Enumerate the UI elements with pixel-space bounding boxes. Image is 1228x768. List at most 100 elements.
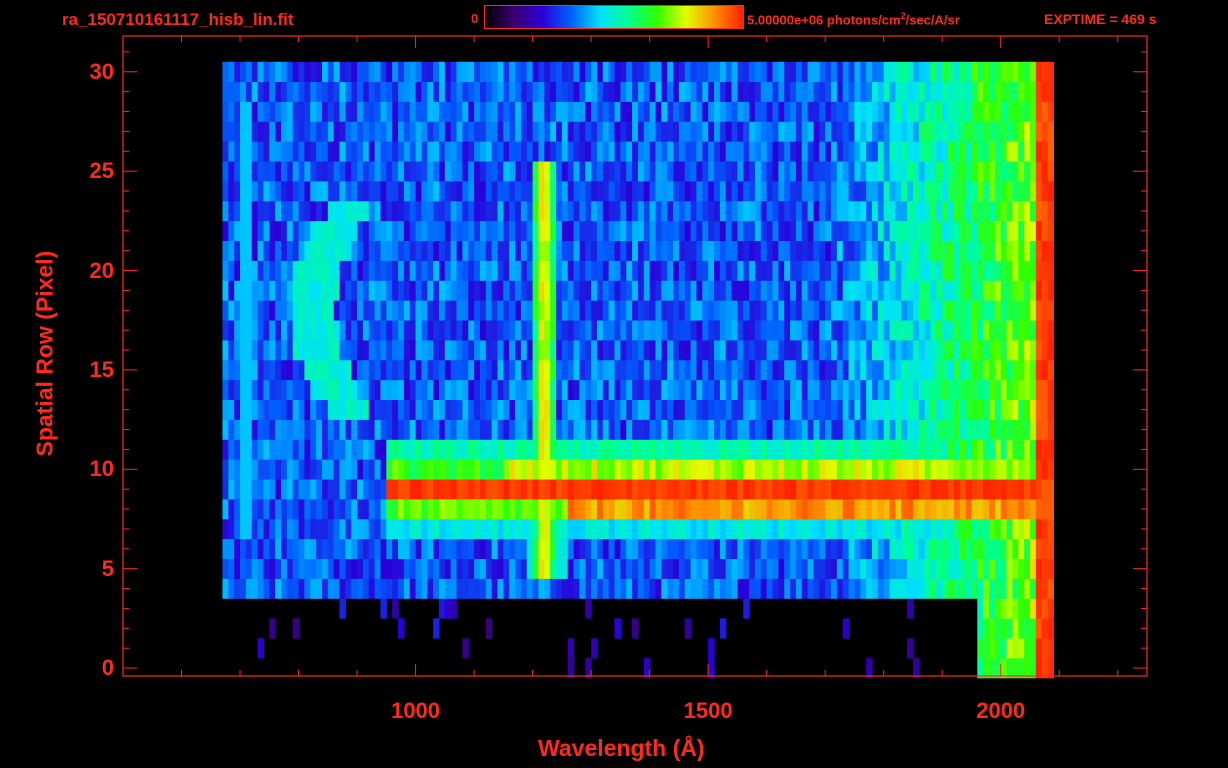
heatmap-cell xyxy=(959,459,967,480)
heatmap-cell xyxy=(842,578,850,599)
heatmap-cell xyxy=(526,379,534,401)
heatmap-cell xyxy=(637,359,645,381)
heatmap-cell xyxy=(468,220,475,242)
heatmap-cell xyxy=(544,479,551,500)
heatmap-cell xyxy=(438,340,446,361)
heatmap-cell xyxy=(1035,200,1043,222)
heatmap-cell xyxy=(251,181,259,202)
heatmap-cell xyxy=(497,459,504,480)
heatmap-cell xyxy=(772,479,779,500)
heatmap-cell xyxy=(977,61,984,83)
heatmap-cell xyxy=(737,61,744,83)
heatmap-cell xyxy=(754,459,762,480)
heatmap-cell xyxy=(392,101,399,122)
heatmap-cell xyxy=(719,300,727,321)
heatmap-cell xyxy=(538,81,545,102)
heatmap-cell xyxy=(965,399,973,420)
heatmap-cell xyxy=(1047,359,1054,381)
heatmap-cell xyxy=(690,141,698,162)
heatmap-cell xyxy=(1018,359,1025,381)
heatmap-cell xyxy=(725,181,733,202)
heatmap-cell xyxy=(362,359,370,381)
heatmap-cell xyxy=(1006,578,1014,599)
heatmap-cell xyxy=(696,81,703,102)
heatmap-cell xyxy=(959,300,967,321)
heatmap-cell xyxy=(831,260,838,281)
heatmap-cell xyxy=(520,538,528,560)
heatmap-cell xyxy=(813,280,820,301)
heatmap-cell xyxy=(924,141,932,162)
heatmap-cell xyxy=(462,240,469,261)
heatmap-cell xyxy=(567,61,575,83)
heatmap-cell xyxy=(667,419,674,440)
heatmap-cell xyxy=(509,121,516,142)
heatmap-cell xyxy=(550,300,557,321)
heatmap-cell xyxy=(444,300,452,321)
heatmap-cell xyxy=(444,81,452,102)
heatmap-cell xyxy=(1006,638,1014,659)
heatmap-cell xyxy=(263,359,270,381)
heatmap-cell xyxy=(1029,459,1037,480)
heatmap-cell xyxy=(989,220,996,242)
heatmap-cell xyxy=(591,479,598,500)
heatmap-cell xyxy=(725,340,733,361)
heatmap-cell xyxy=(749,240,756,261)
heatmap-cell xyxy=(632,181,639,202)
heatmap-cell xyxy=(860,479,867,500)
heatmap-cell xyxy=(561,81,569,102)
heatmap-cell xyxy=(263,518,270,540)
heatmap-cell xyxy=(310,340,317,361)
heatmap-cell xyxy=(403,81,411,102)
heatmap-cell xyxy=(731,518,738,540)
heatmap-cell xyxy=(280,518,288,540)
heatmap-cell xyxy=(667,578,674,599)
heatmap-cell xyxy=(357,101,364,122)
heatmap-cell xyxy=(696,121,703,142)
heatmap-cell xyxy=(971,419,978,440)
heatmap-cell xyxy=(1018,399,1025,420)
heatmap-cell xyxy=(263,320,270,341)
heatmap-cell xyxy=(509,419,516,440)
heatmap-cell xyxy=(415,280,423,301)
heatmap-cell xyxy=(515,340,522,361)
heatmap-cell xyxy=(275,479,282,500)
heatmap-cell xyxy=(637,101,645,122)
heatmap-cell xyxy=(749,61,756,83)
heatmap-cell xyxy=(368,439,376,460)
heatmap-cell xyxy=(918,518,926,540)
heatmap-cell xyxy=(690,260,698,281)
heatmap-cell xyxy=(591,340,598,361)
heatmap-cell xyxy=(825,439,832,460)
heatmap-cell xyxy=(795,518,803,540)
heatmap-cell xyxy=(1006,240,1014,261)
heatmap-cell xyxy=(556,200,563,222)
heatmap-cell xyxy=(345,260,352,281)
heatmap-cell xyxy=(357,240,364,261)
heatmap-cell xyxy=(942,499,949,520)
heatmap-cell xyxy=(392,200,399,222)
heatmap-cell xyxy=(901,518,908,540)
heatmap-cell xyxy=(1041,340,1049,361)
heatmap-cell xyxy=(907,638,914,659)
heatmap-cell xyxy=(596,61,604,83)
heatmap-cell xyxy=(234,220,241,242)
heatmap-cell xyxy=(298,320,305,341)
heatmap-cell xyxy=(883,121,891,142)
heatmap-cell xyxy=(1018,638,1025,659)
heatmap-cell xyxy=(573,479,581,500)
heatmap-cell xyxy=(918,538,926,560)
heatmap-cell xyxy=(474,200,481,222)
heatmap-cell xyxy=(690,240,698,261)
heatmap-cell xyxy=(403,479,411,500)
heatmap-cell xyxy=(333,538,341,560)
heatmap-cell xyxy=(538,340,545,361)
x-axis-title: Wavelength (Å) xyxy=(538,735,705,761)
heatmap-cell xyxy=(538,260,545,281)
heatmap-cell xyxy=(392,399,399,420)
heatmap-cell xyxy=(509,260,516,281)
heatmap-cell xyxy=(310,260,317,281)
heatmap-cell xyxy=(895,578,902,599)
heatmap-cell xyxy=(602,200,610,222)
heatmap-cell xyxy=(842,419,850,440)
heatmap-cell xyxy=(503,419,510,440)
